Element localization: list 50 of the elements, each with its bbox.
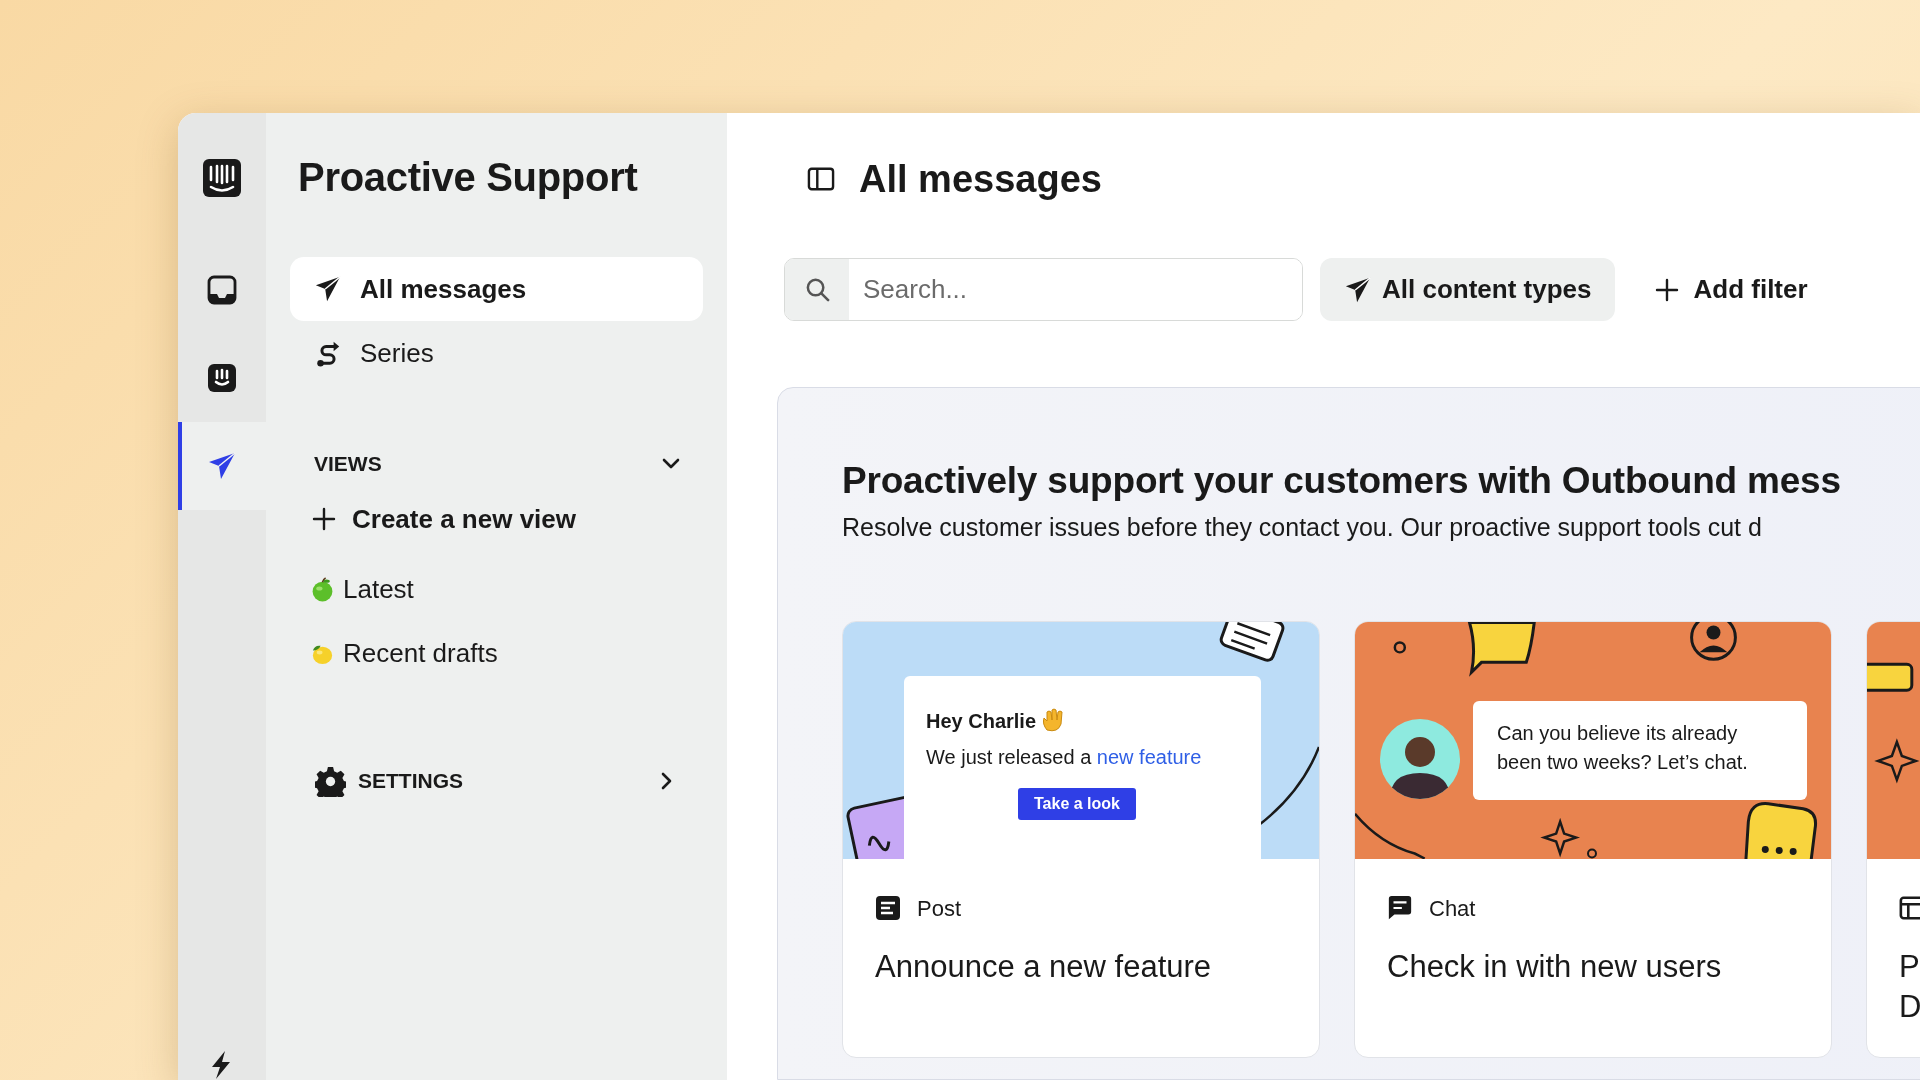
chat-bubble-icon (1387, 895, 1413, 921)
paper-plane-icon (207, 451, 237, 481)
robot-face-icon (207, 363, 237, 393)
banner-heading: Proactively support your customers with Outbound mess (842, 459, 1842, 503)
card-title: Check in with new users (1387, 948, 1723, 986)
card-title: P (1899, 948, 1920, 986)
ring-drawing (1393, 641, 1407, 654)
sparkle-drawing (1540, 817, 1580, 858)
banner-subtitle: Resolve customer issues before they contact you. Our proactive support tools cut d (842, 512, 1763, 543)
template-card[interactable]: P D (1866, 621, 1920, 1058)
paper-plane-icon (314, 275, 342, 303)
page-title: All messages (859, 157, 1102, 202)
template-card[interactable]: Hey Charlie We just released a new feature Take a look Post Announce a new feature (842, 621, 1320, 1058)
user-badge-drawing (1690, 622, 1737, 661)
view-item[interactable]: Recent drafts (290, 633, 498, 673)
search-field[interactable]: Search... (784, 258, 1303, 321)
nav-item[interactable]: Series (290, 321, 703, 385)
settings-item[interactable]: SETTINGS (290, 761, 703, 801)
create-view-button[interactable]: Create a new view (290, 499, 576, 539)
template-card[interactable]: Can you believe its already been two weeks? Let’s chat. Chat Check in with new users (1354, 621, 1832, 1058)
sticky-note-drawing (1867, 662, 1914, 692)
speech-bubble-drawing (1468, 622, 1536, 674)
inbox-icon (207, 275, 237, 305)
sparkle-drawing (1874, 738, 1920, 784)
apple-icon (310, 576, 335, 602)
plus-icon (1655, 277, 1680, 302)
settings-icon (315, 765, 346, 797)
ring-drawing (1587, 848, 1597, 859)
nav-item[interactable]: All messages (290, 257, 703, 321)
view-item[interactable]: Latest (290, 569, 414, 609)
curve-line (1355, 812, 1426, 859)
card-title: Announce a new feature (875, 948, 1213, 986)
take-a-look-button: Take a look (1018, 788, 1136, 820)
sidebar-title: Proactive Support (298, 154, 639, 201)
content-type-filter[interactable]: All content types (1320, 258, 1616, 321)
paper-plane-icon (1344, 275, 1372, 304)
chat-bubble: Can you believe its already been two weeks? Let’s chat. (1473, 701, 1807, 800)
content-type-label: Post (917, 894, 962, 923)
content-type-label: Chat (1429, 894, 1476, 923)
rail-button[interactable] (178, 422, 266, 510)
logo-icon[interactable] (202, 158, 242, 198)
layout-icon (1899, 895, 1920, 921)
add-filter-button[interactable]: Add filter (1639, 258, 1824, 321)
plus-icon (312, 507, 336, 531)
card-title: D (1899, 988, 1920, 1026)
sidebar-toggle-icon[interactable] (807, 166, 835, 192)
views-header[interactable]: VIEWS (290, 444, 703, 484)
preview-text: We just released a new feature (926, 745, 1203, 770)
document-icon (875, 895, 901, 921)
greeting-text: Hey Charlie (926, 709, 1037, 734)
